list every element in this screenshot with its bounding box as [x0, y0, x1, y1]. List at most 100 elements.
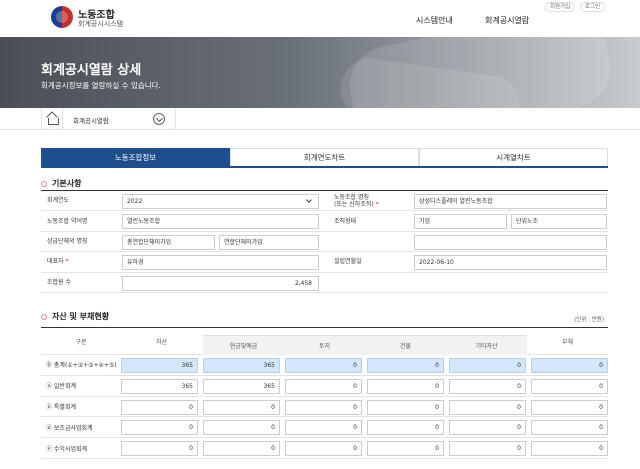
cell-building[interactable]: 0 — [367, 399, 444, 415]
header-building: 건물 — [399, 343, 412, 350]
cell-debt[interactable]: 0 — [531, 358, 608, 373]
union-name-field[interactable]: 삼성디스플레이 열린노동조합 — [414, 194, 607, 209]
label-fiscal-year: 회계연도 — [47, 197, 70, 205]
cell-cash[interactable]: 0 — [203, 420, 280, 436]
cell-land[interactable]: 0 — [285, 399, 362, 415]
signup-button[interactable]: 회원가입 — [545, 2, 576, 12]
page-subtitle: 회계공시정보를 열람하실 수 있습니다. — [41, 81, 161, 90]
abbr-field[interactable]: 열린노동조합 — [122, 214, 319, 230]
founded-field[interactable]: 2022-06-10 — [414, 255, 607, 271]
government-logo-icon[interactable] — [51, 6, 73, 28]
label-representative-text: 대표자 — [47, 258, 64, 266]
representative-field[interactable]: 유하경 — [122, 255, 319, 271]
cell-asset[interactable]: 0 — [121, 399, 198, 415]
members-field[interactable]: 2,458 — [122, 275, 319, 291]
asset-table: 구분 자산 현금및예금 토지 건물 기타자산 부채 ⓪ 총계(①+②+③+④+⑤… — [41, 327, 608, 459]
label-representative: 대표자 * — [41, 252, 68, 271]
cell-other[interactable]: 0 — [449, 441, 526, 457]
label-founded: 설립연월일 — [334, 258, 362, 266]
cell-land[interactable]: 0 — [285, 441, 362, 457]
cell-debt[interactable]: 0 — [531, 441, 608, 457]
form-row: 노동조합 약어명 열린노동조합 조직형태 기업 단위노조 — [41, 211, 608, 232]
cell-land[interactable]: 0 — [285, 358, 362, 373]
cell-other[interactable]: 0 — [449, 399, 526, 415]
unit-label: (단위 : 만원) — [574, 317, 604, 323]
label-parent: 상급단체의 명칭 — [47, 237, 88, 245]
cell-asset[interactable]: 365 — [121, 378, 198, 394]
label-abbr: 노동조합 약어명 — [47, 217, 88, 225]
cell-debt[interactable]: 0 — [531, 399, 608, 415]
label-union-name-line1: 노동조합 명칭 — [334, 193, 370, 201]
label-union-name-line2: (또는 산하조직) — [334, 200, 374, 208]
site-header: 노동조합 회계공시시스템 시스템안내 회계공시열람 회원가입 로그인 — [0, 0, 640, 37]
table-row: ⓓ 보조금사업회계 0 0 0 0 0 0 — [41, 417, 608, 439]
chevron-down-icon[interactable] — [153, 113, 165, 125]
cell-cash[interactable]: 0 — [203, 441, 280, 457]
org-type-field-1[interactable]: 기업 — [414, 214, 507, 230]
chevron-down-icon — [306, 197, 312, 203]
cell-building[interactable]: 0 — [367, 420, 444, 436]
page-title: 회계공시열람 상세 — [41, 63, 142, 78]
section-title-basic: 기본사항 — [41, 178, 81, 189]
row-label: ⓐ 일반회계 — [46, 383, 76, 391]
tab-union-info[interactable]: 노동조합정보 — [41, 148, 230, 166]
table-row: ⓪ 총계(①+②+③+④+⑤) 365 365 0 0 0 0 — [41, 355, 608, 376]
parent-field-3[interactable] — [414, 234, 607, 250]
cell-cash[interactable]: 0 — [203, 399, 280, 415]
label-org-type: 조직형태 — [334, 217, 357, 225]
table-row: ⓐ 일반회계 365 365 0 0 0 0 — [41, 376, 608, 397]
cell-building[interactable]: 0 — [367, 441, 444, 457]
parent-field-1[interactable]: 총연합단체미가입 — [122, 234, 215, 250]
header-category: 구분 — [75, 339, 87, 346]
cell-building[interactable]: 0 — [367, 358, 444, 373]
breadcrumb-current: 회계공시열람 — [73, 117, 109, 125]
header-cash: 현금및예금 — [229, 343, 258, 350]
row-label: ⓑ 특별회계 — [46, 403, 76, 411]
header-asset: 자산 — [155, 339, 168, 346]
tab-timeseries-chart[interactable]: 시계열차트 — [419, 148, 608, 166]
fiscal-year-select[interactable]: 2022 — [122, 194, 319, 209]
header-other: 기타자산 — [475, 343, 498, 350]
detail-tabs: 노동조합정보 회계연도차트 시계열차트 — [41, 148, 608, 168]
table-row: ⓔ 수익사업회계 0 0 0 0 0 0 — [41, 438, 608, 459]
cell-debt[interactable]: 0 — [531, 420, 608, 436]
cell-asset[interactable]: 0 — [121, 441, 198, 457]
basic-info-form: 회계연도 2022 노동조합 명칭 (또는 산하조직) * 삼성디스플레이 열린노… — [41, 190, 608, 293]
breadcrumb: 회계공시열람 — [0, 108, 640, 130]
row-label: ⓔ 수익사업회계 — [46, 445, 88, 453]
login-button[interactable]: 로그인 — [580, 2, 606, 12]
cell-cash[interactable]: 365 — [203, 378, 280, 394]
required-mark: * — [375, 200, 379, 208]
row-label: ⓪ 총계(①+②+③+④+⑤) — [46, 362, 117, 370]
cell-other[interactable]: 0 — [449, 378, 526, 394]
cell-other[interactable]: 0 — [449, 358, 526, 373]
home-icon[interactable] — [41, 108, 63, 130]
required-mark: * — [65, 258, 69, 266]
label-members: 조합원 수 — [47, 278, 71, 286]
nav-disclosure-view[interactable]: 회계공시열람 — [485, 15, 529, 26]
cell-other[interactable]: 0 — [449, 420, 526, 436]
form-row: 조합원 수 2,458 — [41, 273, 608, 293]
cell-cash[interactable]: 365 — [203, 358, 280, 373]
cell-land[interactable]: 0 — [285, 378, 362, 394]
asset-table-header: 구분 자산 현금및예금 토지 건물 기타자산 부채 — [41, 328, 608, 355]
cell-debt[interactable]: 0 — [531, 378, 608, 394]
tab-fiscal-chart[interactable]: 회계연도차트 — [230, 148, 419, 166]
cell-asset[interactable]: 0 — [121, 420, 198, 436]
breadcrumb-divider — [175, 108, 176, 130]
section-title-assets: 자산 및 부채현황 — [41, 311, 109, 322]
fiscal-year-value: 2022 — [127, 198, 143, 205]
cell-building[interactable]: 0 — [367, 378, 444, 394]
table-row: ⓑ 특별회계 0 0 0 0 0 0 — [41, 397, 608, 418]
header-debt: 부채 — [561, 339, 574, 346]
form-row: 대표자 * 유하경 설립연월일 2022-06-10 — [41, 252, 608, 273]
nav-system-info[interactable]: 시스템안내 — [416, 15, 453, 26]
header-land: 토지 — [318, 343, 331, 350]
cell-asset[interactable]: 365 — [121, 358, 198, 373]
form-row: 상급단체의 명칭 총연합단체미가입 연합단체미가입 — [41, 232, 608, 253]
brand-subtitle: 회계공시시스템 — [78, 20, 124, 28]
org-type-field-2[interactable]: 단위노조 — [511, 214, 607, 230]
parent-field-2[interactable]: 연합단체미가입 — [219, 234, 319, 250]
cell-land[interactable]: 0 — [285, 420, 362, 436]
row-label: ⓓ 보조금사업회계 — [46, 424, 93, 432]
